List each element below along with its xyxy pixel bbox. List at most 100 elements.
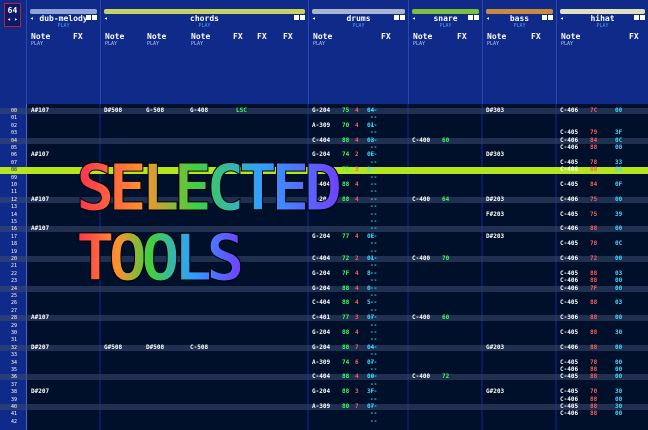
drum-note-cell[interactable]: G-204	[312, 196, 330, 203]
drum-volume-cell[interactable]: 88	[342, 300, 349, 306]
drum-volume-cell[interactable]: 70	[342, 122, 349, 129]
drum-volume-cell[interactable]: 88	[342, 182, 349, 188]
track-buttons[interactable]	[293, 15, 305, 22]
track-play-label[interactable]: PLAY	[409, 23, 482, 29]
drum-note-cell[interactable]: A-309	[312, 167, 330, 173]
hihat-fx-cell[interactable]: 00	[615, 396, 622, 403]
hihat-fx-cell[interactable]: 00	[615, 256, 622, 262]
hihat-volume-cell[interactable]: 88	[590, 270, 597, 277]
snare-volume-cell[interactable]: 60	[442, 137, 449, 144]
hihat-volume-cell[interactable]: 78	[590, 359, 597, 366]
drum-volume-cell[interactable]: 77	[342, 315, 349, 321]
hihat-fx-cell[interactable]: 00	[615, 411, 622, 417]
hihat-note-cell[interactable]: C-406	[560, 137, 578, 144]
hihat-note-cell[interactable]: C-405	[560, 300, 578, 306]
bass-note-cell[interactable]: G#203	[486, 389, 504, 395]
track-buttons[interactable]	[85, 15, 97, 22]
hihat-note-cell[interactable]: C-405	[560, 374, 578, 380]
hihat-note-cell[interactable]: C-405	[560, 211, 578, 218]
hihat-volume-cell[interactable]: 72	[590, 256, 597, 262]
hihat-volume-cell[interactable]: 88	[590, 167, 597, 173]
drum-note-cell[interactable]: A-309	[312, 122, 330, 129]
track-header-drums[interactable]: ◂ drums PLAY Note PLAY FX	[308, 0, 408, 104]
track-buttons[interactable]	[541, 15, 553, 22]
drum-note-cell[interactable]: G-204	[312, 285, 330, 292]
hihat-volume-cell[interactable]: 78	[590, 241, 597, 247]
hihat-volume-cell[interactable]: 84	[590, 137, 597, 144]
bass-note-cell[interactable]: F#203	[486, 211, 504, 218]
chord-note-cell[interactable]: G#508	[104, 344, 122, 351]
track-header-snare[interactable]: ◂ snare PLAY Note PLAY FX	[408, 0, 482, 104]
drum-volume-cell[interactable]: 88	[342, 374, 349, 380]
drum-pan-cell[interactable]: 4	[355, 137, 359, 144]
hihat-note-cell[interactable]: C-405	[560, 389, 578, 395]
chords-column[interactable]	[101, 104, 307, 430]
drum-note-cell[interactable]: G-204	[312, 233, 330, 240]
hihat-fx-cell[interactable]: 00	[615, 344, 622, 351]
drum-pan-cell[interactable]: 4	[355, 182, 359, 188]
hihat-note-cell[interactable]: C-405	[560, 404, 578, 410]
drum-note-cell[interactable]: G-204	[312, 270, 330, 277]
hihat-note-cell[interactable]: C-406	[560, 278, 578, 284]
drum-volume-cell[interactable]: 88	[342, 330, 349, 336]
drum-volume-cell[interactable]: 88	[342, 137, 349, 144]
hihat-fx-cell[interactable]: 03	[615, 270, 622, 277]
hihat-volume-cell[interactable]: 88	[590, 374, 597, 380]
hihat-volume-cell[interactable]: 88	[590, 367, 597, 373]
hihat-volume-cell[interactable]: 88	[590, 396, 597, 403]
snare-note-cell[interactable]: C-400	[412, 137, 430, 144]
hihat-note-cell[interactable]: C-405	[560, 130, 578, 136]
snare-volume-cell[interactable]: 60	[442, 315, 449, 321]
track-header-bass[interactable]: ◂ bass PLAY Note PLAY FX	[482, 0, 556, 104]
bass-note-cell[interactable]: D#203	[486, 196, 504, 203]
hihat-note-cell[interactable]: C-406	[560, 145, 578, 151]
hihat-volume-cell[interactable]: 88	[590, 315, 597, 321]
hihat-fx-cell[interactable]: 03	[615, 300, 622, 306]
hihat-fx-cell[interactable]: 00	[615, 374, 622, 380]
drum-note-cell[interactable]: G-204	[312, 330, 330, 336]
chord-note-cell[interactable]: D#508	[146, 344, 164, 351]
hihat-volume-cell[interactable]: 70	[590, 389, 597, 395]
hihat-fx-cell[interactable]: 00	[615, 226, 622, 232]
drum-note-cell[interactable]: C-404	[312, 256, 330, 262]
bass-note-cell[interactable]: D#203	[486, 233, 504, 240]
hihat-note-cell[interactable]: C-406	[560, 367, 578, 373]
hihat-fx-cell[interactable]: 00	[615, 359, 622, 366]
hihat-note-cell[interactable]: C-406	[560, 167, 578, 173]
hihat-fx-cell[interactable]: 0F	[615, 182, 622, 188]
hihat-note-cell[interactable]: C-406	[560, 411, 578, 417]
hihat-note-cell[interactable]: C-406	[560, 344, 578, 351]
snare-note-cell[interactable]: C-400	[412, 256, 430, 262]
drum-pan-cell[interactable]: 3	[355, 389, 359, 395]
snare-note-cell[interactable]: C-400	[412, 374, 430, 380]
hihat-volume-cell[interactable]: 7C	[590, 108, 597, 114]
drum-pan-cell[interactable]: 3	[355, 315, 359, 321]
drum-volume-cell[interactable]: 88	[342, 196, 349, 203]
drum-pan-cell[interactable]: 4	[355, 374, 359, 380]
hihat-volume-cell[interactable]: 88	[590, 344, 597, 351]
hihat-note-cell[interactable]: C-405	[560, 359, 578, 366]
hihat-note-cell[interactable]: C-406	[560, 226, 578, 232]
hihat-volume-cell[interactable]: 88	[590, 404, 597, 410]
drum-volume-cell[interactable]: 75	[342, 108, 349, 114]
drum-note-cell[interactable]: G-204	[312, 108, 330, 114]
hihat-fx-cell[interactable]: 30	[615, 404, 622, 410]
hihat-volume-cell[interactable]: 88	[590, 226, 597, 232]
snare-note-cell[interactable]: C-400	[412, 196, 430, 203]
track-buttons[interactable]	[467, 15, 479, 22]
drum-pan-cell[interactable]: 4	[355, 270, 359, 277]
drum-pan-cell[interactable]: 7	[355, 404, 359, 410]
drum-volume-cell[interactable]: 88	[342, 389, 349, 395]
snare-volume-cell[interactable]: 70	[442, 256, 449, 262]
melody-note-cell[interactable]: A#107	[31, 315, 49, 321]
drum-pan-cell[interactable]: 4	[355, 196, 359, 203]
hihat-fx-cell[interactable]: 00	[615, 315, 622, 321]
hihat-fx-cell[interactable]: 30	[615, 330, 622, 336]
hihat-fx-cell[interactable]: 0C	[615, 241, 622, 247]
drum-pan-cell[interactable]: 4	[355, 330, 359, 336]
drum-note-cell[interactable]: A-309	[312, 404, 330, 410]
melody-note-cell[interactable]: D#207	[31, 389, 49, 395]
hihat-note-cell[interactable]: C-306	[560, 315, 578, 321]
track-header-hihat[interactable]: ◂ hihat PLAY Note PLAY FX	[556, 0, 648, 104]
drum-pan-cell[interactable]: 4	[355, 122, 359, 129]
